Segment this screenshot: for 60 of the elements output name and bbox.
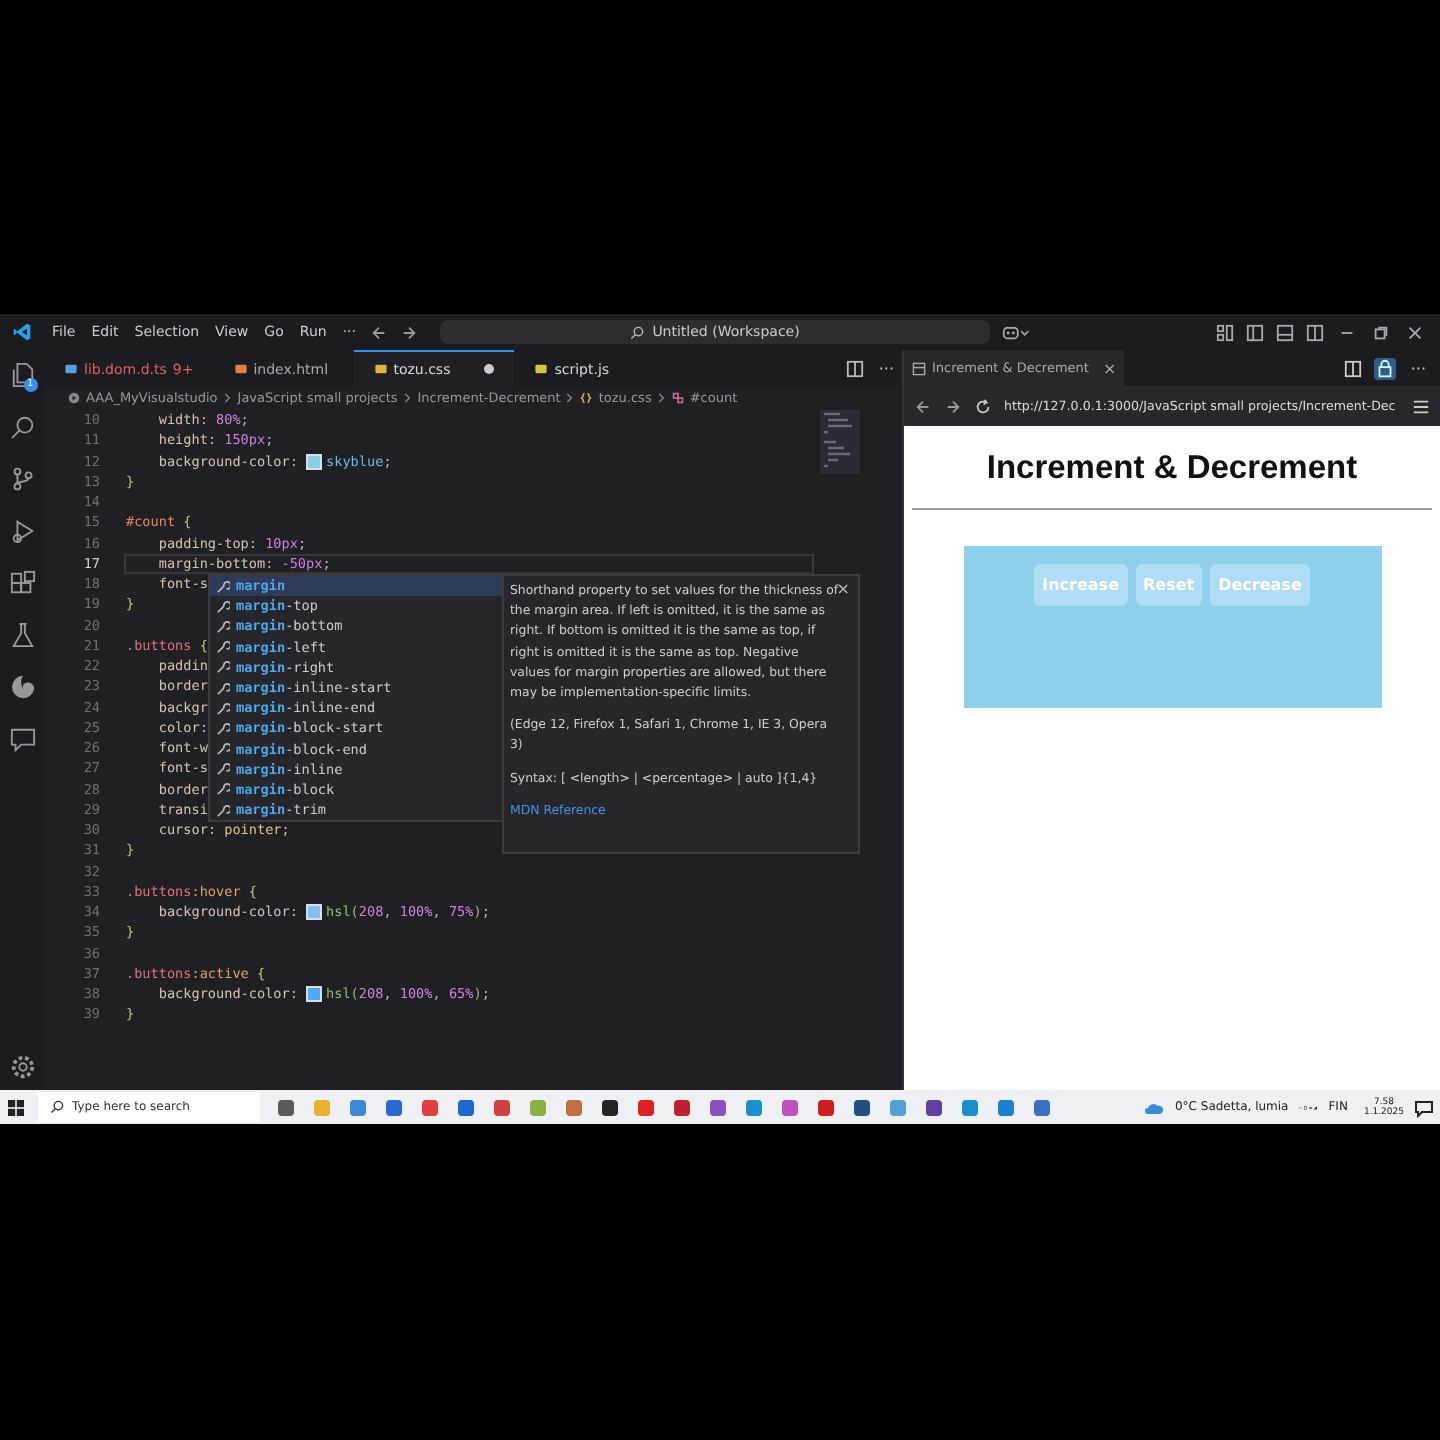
file-type-icon <box>373 362 388 376</box>
chevron-icon <box>223 392 232 404</box>
sidebar-toggle-icon[interactable] <box>1246 323 1264 341</box>
wrench-icon <box>216 721 230 736</box>
chevron-icon <box>566 392 575 404</box>
wrench-icon <box>216 619 230 634</box>
split-view-icon[interactable] <box>1306 323 1324 341</box>
chevron-icon <box>657 392 666 404</box>
file-type-icon <box>233 362 248 376</box>
chevron-icon <box>403 392 412 404</box>
minimap-drawing <box>820 410 860 474</box>
symbol-icon <box>671 392 684 404</box>
restore-icon[interactable] <box>1372 323 1390 341</box>
more-actions[interactable]: ··· <box>878 359 894 377</box>
source-control-icon[interactable] <box>9 466 35 492</box>
split-view-icon[interactable] <box>1344 359 1363 377</box>
wrench-icon <box>216 640 230 655</box>
wrench-icon <box>216 762 230 777</box>
page-icon <box>912 361 926 375</box>
close-tab-button[interactable]: × <box>1102 359 1117 377</box>
wrench-icon <box>216 742 230 757</box>
back-arrow-icon[interactable] <box>914 397 932 415</box>
lock-icon[interactable] <box>1374 357 1397 379</box>
wrench-icon <box>216 599 230 614</box>
chat-icon[interactable] <box>9 726 35 752</box>
copilot-icon[interactable] <box>1002 323 1031 341</box>
forward-arrow-icon[interactable] <box>400 323 419 341</box>
page-heading: Increment & Decrement <box>986 450 1358 488</box>
more-actions[interactable]: ··· <box>1410 359 1426 377</box>
split-editor-icon[interactable] <box>846 359 865 377</box>
wrench-icon <box>216 782 230 797</box>
windows-start-icon[interactable] <box>6 1097 26 1117</box>
wrench-icon <box>216 681 230 696</box>
menu-icon[interactable] <box>1412 397 1430 415</box>
search-icon <box>630 325 645 339</box>
braces-icon <box>580 392 593 404</box>
extensions-icon[interactable] <box>9 570 35 596</box>
unsaved-dot-icon <box>484 364 495 374</box>
app-logo-icon <box>12 322 32 342</box>
wrench-icon <box>216 579 230 594</box>
wrench-icon <box>216 660 230 675</box>
reload-icon[interactable] <box>974 397 992 415</box>
files-icon[interactable] <box>9 362 35 388</box>
browser-logo-icon[interactable] <box>9 674 35 700</box>
notifications-icon[interactable] <box>1414 1097 1434 1117</box>
run-debug-icon[interactable] <box>9 518 35 544</box>
back-arrow-icon[interactable] <box>370 323 389 341</box>
file-type-icon <box>534 362 549 376</box>
search-icon <box>50 1100 64 1114</box>
file-type-icon <box>64 362 78 376</box>
wrench-icon <box>216 803 230 818</box>
play-circle-icon <box>68 392 80 404</box>
flask-icon[interactable] <box>9 622 35 648</box>
settings-icon[interactable] <box>9 1054 35 1080</box>
close-icon[interactable] <box>1406 323 1424 341</box>
forward-arrow-icon[interactable] <box>944 397 962 415</box>
layout-icon[interactable] <box>1216 323 1234 341</box>
wrench-icon <box>216 701 230 716</box>
panel-toggle-icon[interactable] <box>1276 323 1294 341</box>
search-icon[interactable] <box>9 414 35 440</box>
